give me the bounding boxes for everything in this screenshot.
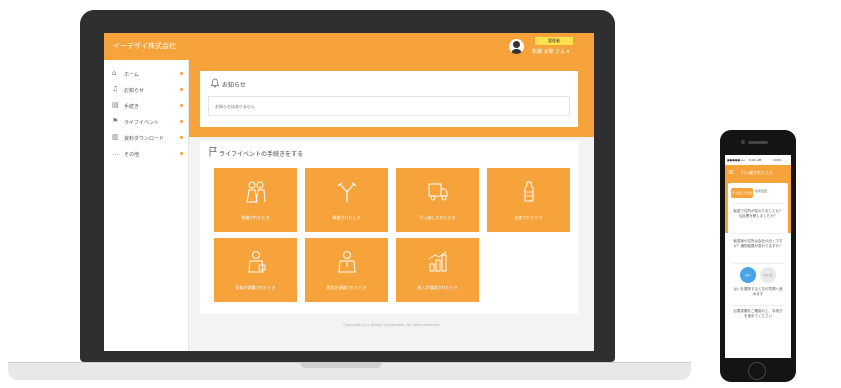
notice-panel: お知らせ お知らせはありません <box>200 71 578 127</box>
divider <box>732 263 784 264</box>
divider <box>732 203 784 204</box>
indicator-dot <box>180 152 183 155</box>
phone-frame: ●●●●● au 9:41 AM 100% ≡ 引っ越されたとき 引っ越しの手続… <box>720 130 796 382</box>
more-icon: … <box>112 149 119 157</box>
family-icon <box>248 251 266 273</box>
indicator-dot <box>180 72 183 75</box>
notice-text: お知らせはありません <box>215 104 255 109</box>
home-button[interactable] <box>748 362 766 380</box>
speaker <box>748 141 768 144</box>
tab-inactive[interactable]: 住所変更 <box>755 189 767 193</box>
footer-copyright: Copyright (c) e-Design Corporation, All … <box>343 323 440 327</box>
tile-label: 家族が就職されたとき <box>235 285 276 290</box>
sidebar-item-label: ライフイベント <box>124 120 160 126</box>
tile-divorce[interactable]: 離婚されたとき <box>305 168 388 232</box>
sidebar: ⌂ ホーム ♫ お知らせ ▤ 手続き ⚑ ライフイベント ▥ 資料ダウンロード … <box>104 60 189 351</box>
bell-icon <box>210 78 220 88</box>
document-icon: ▤ <box>112 101 119 109</box>
laptop-notch <box>300 362 382 368</box>
phone-card: 引っ越しの手続き 住所変更 転居で住所が変わりましたか？住民票を移しましたか？ … <box>728 183 788 353</box>
sidebar-item-procedures[interactable]: ▤ 手続き <box>104 98 189 114</box>
hamburger-menu-icon[interactable]: ≡ <box>728 168 736 176</box>
sidebar-item-notices[interactable]: ♫ お知らせ <box>104 82 189 98</box>
tile-label: 離婚されたとき <box>332 215 361 220</box>
bottom-text: 必要書類をご確認の上、手続きを進めてください <box>733 309 783 318</box>
truck-icon <box>428 183 448 201</box>
no-button[interactable]: いいえ <box>760 267 776 283</box>
tile-label: 家族が退職されたとき <box>326 285 367 290</box>
sidebar-item-label: ホーム <box>124 72 139 78</box>
indicator-dot <box>180 88 183 91</box>
laptop-screen: イーデザイ株式会社 管理者 佐藤 太郎 さん ▾ ⌂ ホーム ♫ お知らせ ▤ … <box>104 33 594 351</box>
phone-header: ≡ 引っ越されたとき <box>725 165 791 179</box>
indicator-dot <box>180 104 183 107</box>
flag-icon: ⚑ <box>112 117 119 125</box>
sidebar-item-label: 資料ダウンロード <box>124 136 165 142</box>
phone-screen: ●●●●● au 9:41 AM 100% ≡ 引っ越されたとき 引っ越しの手続… <box>725 155 791 358</box>
life-events-title: ライフイベントの手続きをする <box>219 151 304 158</box>
camera-icon <box>741 140 745 144</box>
yes-button[interactable]: はい <box>740 267 756 283</box>
sidebar-item-label: その他 <box>124 152 140 158</box>
divider <box>732 305 784 306</box>
question-text: 転居で住所が変わりましたか？住民票を移しましたか？ <box>733 209 783 218</box>
role-badge: 管理者 <box>535 37 573 45</box>
app-title: イーデザイ株式会社 <box>113 42 176 50</box>
avatar[interactable] <box>509 39 524 54</box>
tile-marriage[interactable]: 結婚されたとき <box>214 168 297 232</box>
tile-label: 収入が増減されたとき <box>417 285 458 290</box>
tile-moving[interactable]: 引っ越しされたとき <box>396 168 479 232</box>
home-icon: ⌂ <box>112 69 117 77</box>
bar-chart-icon <box>428 251 447 272</box>
question-text-2: 転居後の住所は会社の近くですか？通勤経路が変わりますか？ <box>733 239 783 248</box>
status-carrier: ●●●●● au <box>727 158 745 162</box>
life-events-panel: ライフイベントの手続きをする 結婚されたとき 離婚されたとき 引っ越しされたとき <box>200 141 578 314</box>
tab-active[interactable]: 引っ越しの手続き <box>731 188 753 205</box>
tile-family-employed[interactable]: 家族が就職されたとき <box>214 238 297 302</box>
note-text: はいを選択すると次の質問へ進みます <box>733 287 783 296</box>
sidebar-item-other[interactable]: … その他 <box>104 146 189 162</box>
sidebar-item-life-events[interactable]: ⚑ ライフイベント <box>104 114 189 130</box>
sidebar-item-home[interactable]: ⌂ ホーム <box>104 66 189 82</box>
tile-income-change[interactable]: 収入が増減されたとき <box>396 238 479 302</box>
tile-family-retired[interactable]: 家族が退職されたとき <box>305 238 388 302</box>
download-icon: ▥ <box>112 133 119 141</box>
phone-header-title: 引っ越されたとき <box>741 170 773 175</box>
baby-bottle-icon <box>524 181 534 202</box>
tile-label: 引っ越しされたとき <box>419 215 456 220</box>
indicator-dot <box>180 120 183 123</box>
sidebar-item-label: お知らせ <box>124 88 144 94</box>
tile-label: 結婚されたとき <box>241 215 270 220</box>
split-arrows-icon <box>337 182 357 202</box>
tile-label: 出産されたとき <box>514 215 543 220</box>
indicator-dot <box>180 136 183 139</box>
status-bar: ●●●●● au 9:41 AM 100% <box>725 155 791 165</box>
status-time: 9:41 AM <box>749 158 762 162</box>
status-battery: 100% <box>773 158 782 162</box>
notice-box: お知らせはありません <box>208 96 570 116</box>
app-header: イーデザイ株式会社 管理者 佐藤 太郎 さん ▾ <box>104 33 594 60</box>
divider <box>732 233 784 234</box>
person-icon <box>338 251 356 273</box>
flag-icon <box>209 147 217 157</box>
sidebar-item-label: 手続き <box>124 104 140 110</box>
sidebar-item-downloads[interactable]: ▥ 資料ダウンロード <box>104 130 189 146</box>
bell-icon: ♫ <box>112 85 119 93</box>
wedding-icon <box>246 181 266 203</box>
tile-birth[interactable]: 出産されたとき <box>487 168 570 232</box>
user-menu[interactable]: 佐藤 太郎 さん ▾ <box>532 48 569 55</box>
notice-title: お知らせ <box>222 82 246 89</box>
